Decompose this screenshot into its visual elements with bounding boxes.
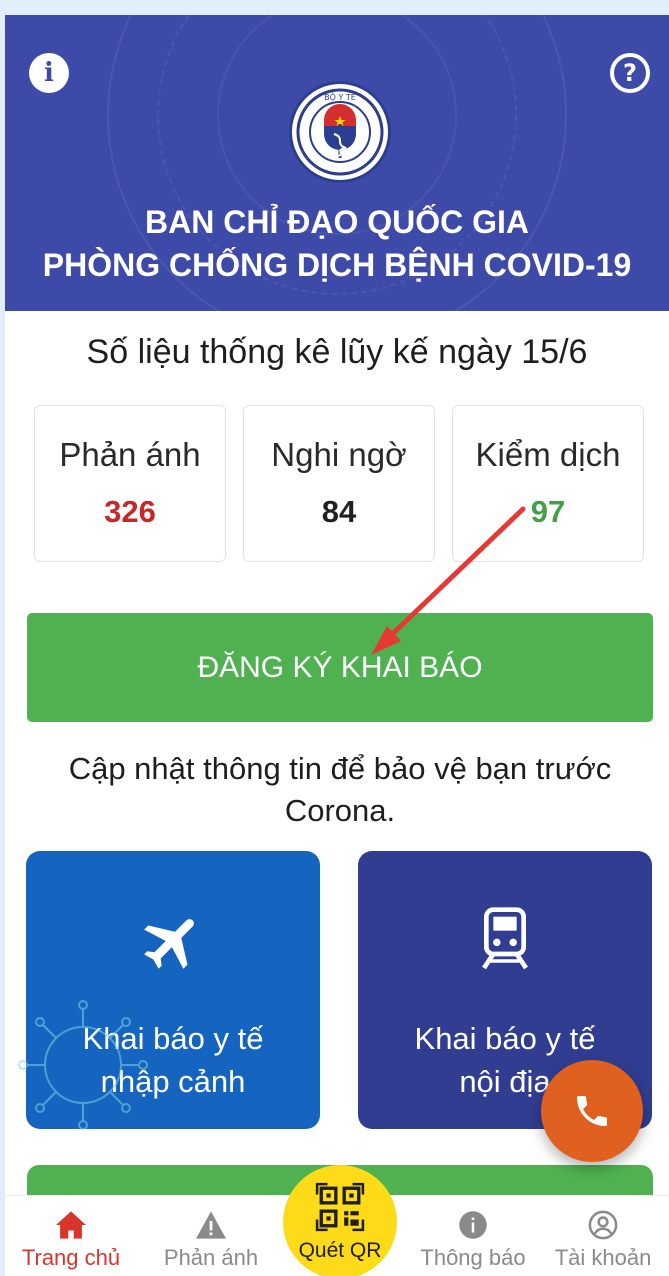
scan-qr-button[interactable]: Quét QR [283,1165,397,1276]
svg-text:BỘ Y TẾ: BỘ Y TẾ [324,91,357,102]
call-button[interactable] [541,1060,643,1162]
header-banner: i ? BỘ Y TẾ BAN CHỈ ĐẠO QUỐC GIA PHÒNG C… [5,15,669,311]
header-title-line2: PHÒNG CHỐNG DỊCH BỆNH COVID-19 [42,247,632,283]
stat-card-reports[interactable]: Phản ánh 326 [34,405,226,562]
nav-item-account[interactable]: Tài khoản [537,1196,669,1276]
qr-code-icon [283,1182,397,1232]
nav-label: Trang chủ [21,1245,121,1270]
home-icon [5,1210,137,1240]
info-icon [407,1210,539,1240]
warning-icon [145,1210,277,1240]
phone-icon [577,1096,607,1126]
tile-label-line1: Khai báo y tế [414,1021,596,1056]
help-icon[interactable]: ? [610,53,650,93]
nav-item-notifications[interactable]: Thông báo [407,1196,539,1276]
stats-title: Số liệu thống kê lũy kế ngày 15/6 [86,333,588,371]
ministry-logo-graphic: BỘ Y TẾ [296,88,384,176]
nav-item-home[interactable]: Trang chủ [5,1196,137,1276]
register-declaration-button[interactable]: ĐĂNG KÝ KHAI BÁO [27,613,653,722]
header-title-line1: BAN CHỈ ĐẠO QUỐC GIA [145,204,529,240]
nav-item-reports[interactable]: Phản ánh [145,1196,277,1276]
ministry-of-health-logo: BỘ Y TẾ [289,81,391,183]
account-icon [537,1210,669,1240]
update-info-text: Cập nhật thông tin để bảo vệ bạn trước C… [25,748,655,832]
update-info-line2: Corona. [284,793,396,828]
train-icon [358,907,652,973]
nav-label: Quét QR [298,1239,382,1262]
nav-label: Tài khoản [554,1245,652,1270]
update-info-line1: Cập nhật thông tin để bảo vệ bạn trước [68,751,612,786]
airplane-icon [26,907,320,977]
stat-card-quarantine[interactable]: Kiểm dịch 97 [452,405,644,562]
stat-value: 326 [104,494,156,529]
info-icon[interactable]: i [29,53,69,93]
stat-label: Kiểm dịch [475,436,621,473]
stat-value: 84 [321,494,357,529]
stat-card-suspected[interactable]: Nghi ngờ 84 [243,405,435,562]
stat-value: 97 [530,494,566,529]
header-title: BAN CHỈ ĐẠO QUỐC GIA PHÒNG CHỐNG DỊCH BỆ… [5,201,669,287]
stat-label: Nghi ngờ [271,436,407,473]
stat-label: Phản ánh [59,436,201,473]
nav-label: Phản ánh [163,1245,259,1270]
app-screen: i ? BỘ Y TẾ BAN CHỈ ĐẠO QUỐC GIA PHÒNG C… [5,15,669,1276]
nav-label: Thông báo [420,1245,526,1270]
virus-decoration-icon [18,1000,148,1130]
